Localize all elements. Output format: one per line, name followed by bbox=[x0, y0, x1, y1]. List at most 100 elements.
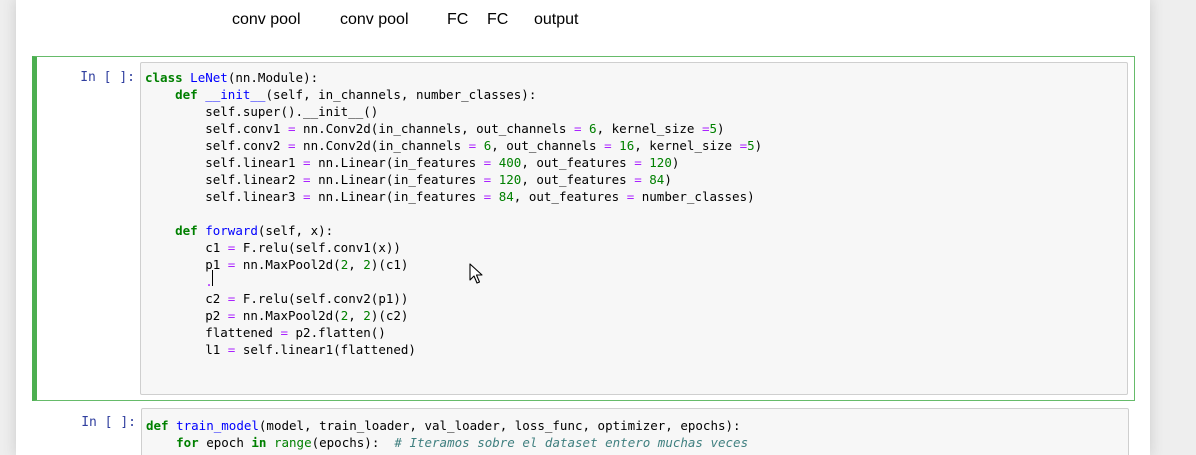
code-token: 120 bbox=[649, 155, 672, 170]
code-token: , bbox=[348, 308, 364, 323]
code-text: class LeNet(nn.Module): def __init__(sel… bbox=[145, 69, 762, 358]
code-token: , kernel_size bbox=[634, 138, 740, 153]
header-word: FC bbox=[447, 11, 469, 28]
code-token: 2 bbox=[363, 257, 371, 272]
code-token: ) bbox=[754, 138, 763, 153]
code-token: def bbox=[146, 418, 169, 433]
code-token: flattened bbox=[145, 325, 281, 340]
code-token: self.conv2 bbox=[145, 138, 288, 153]
code-line: self.linear3 = nn.Linear(in_features = 8… bbox=[145, 188, 762, 205]
code-token: 2 bbox=[363, 308, 371, 323]
code-token: LeNet bbox=[190, 70, 228, 85]
code-line: . bbox=[145, 273, 762, 290]
code-token: 6 bbox=[589, 121, 597, 136]
code-token: = bbox=[303, 172, 311, 187]
code-token: def bbox=[175, 87, 198, 102]
code-token: , bbox=[348, 257, 364, 272]
code-token: F.relu(self.conv2(p1)) bbox=[235, 291, 409, 306]
input-prompt: In [ ]: bbox=[81, 415, 136, 430]
code-token: nn.Linear(in_features bbox=[310, 172, 484, 187]
code-token: )(c2) bbox=[370, 308, 409, 323]
code-token: 120 bbox=[498, 172, 522, 187]
code-token: , out_features bbox=[521, 155, 635, 170]
code-token: self.linear1 bbox=[145, 155, 304, 170]
code-token: = bbox=[280, 325, 288, 340]
code-line: self.super().__init__() bbox=[145, 103, 762, 120]
code-token: nn.Conv2d(in_channels bbox=[295, 138, 469, 153]
code-token: (self, x): bbox=[257, 223, 334, 238]
code-token: ) bbox=[717, 121, 725, 136]
header-word: output bbox=[534, 11, 579, 28]
code-line: for epoch in range(epochs): # Iteramos s… bbox=[146, 434, 748, 451]
code-token: = bbox=[303, 155, 311, 170]
code-token: def bbox=[175, 223, 198, 238]
code-token: ) bbox=[664, 172, 672, 187]
header-word: conv pool bbox=[340, 11, 409, 28]
code-token: self.conv1 bbox=[145, 121, 288, 136]
code-token: self.linear3 bbox=[145, 189, 304, 204]
code-token: 400 bbox=[498, 155, 522, 170]
code-token: nn.MaxPool2d( bbox=[235, 308, 341, 323]
code-cell[interactable]: In [ ]: def train_model(model, train_loa… bbox=[32, 406, 1135, 455]
code-token: (model, train_loader, val_loader, loss_f… bbox=[258, 418, 741, 433]
code-token: = bbox=[303, 189, 311, 204]
code-token: , out_features bbox=[513, 189, 627, 204]
code-token: (epochs): bbox=[311, 435, 395, 450]
code-line: p1 = nn.MaxPool2d(2, 2)(c1) bbox=[145, 256, 762, 273]
code-token: class bbox=[145, 70, 183, 85]
code-token: )(c1) bbox=[370, 257, 409, 272]
code-token: = bbox=[604, 138, 612, 153]
code-token: train_model bbox=[176, 418, 259, 433]
code-editor[interactable]: class LeNet(nn.Module): def __init__(sel… bbox=[140, 62, 1128, 395]
code-token: l1 bbox=[145, 342, 228, 357]
code-token: = bbox=[288, 121, 296, 136]
code-line: self.conv1 = nn.Conv2d(in_channels, out_… bbox=[145, 120, 762, 137]
code-token: , out_features bbox=[521, 172, 635, 187]
code-token: 16 bbox=[619, 138, 635, 153]
code-token: (self, in_channels, number_classes): bbox=[265, 87, 537, 102]
code-cell-selected[interactable]: In [ ]: class LeNet(nn.Module): def __in… bbox=[32, 56, 1135, 401]
code-token: = bbox=[634, 172, 642, 187]
code-token: epoch bbox=[198, 435, 252, 450]
code-token: 5 bbox=[709, 121, 717, 136]
code-token: range bbox=[273, 435, 312, 450]
code-token: nn.Linear(in_features bbox=[310, 189, 484, 204]
code-token: nn.Linear(in_features bbox=[310, 155, 484, 170]
code-token: = bbox=[288, 138, 296, 153]
code-token: self.linear1(flattened) bbox=[235, 342, 416, 357]
code-token: p2.flatten() bbox=[288, 325, 386, 340]
code-token: self.super().__init__() bbox=[145, 104, 379, 119]
code-token: = bbox=[634, 155, 642, 170]
code-token: 84 bbox=[649, 172, 665, 187]
code-token: p2 bbox=[145, 308, 228, 323]
window-gutter bbox=[1150, 0, 1196, 455]
code-line: class LeNet(nn.Module): bbox=[145, 69, 762, 86]
code-line: def train_model(model, train_loader, val… bbox=[146, 417, 748, 434]
code-text: def train_model(model, train_loader, val… bbox=[146, 417, 748, 451]
code-line: def forward(self, x): bbox=[145, 222, 762, 239]
code-line: l1 = self.linear1(flattened) bbox=[145, 341, 762, 358]
code-line: p2 = nn.MaxPool2d(2, 2)(c2) bbox=[145, 307, 762, 324]
text-caret bbox=[212, 270, 213, 286]
code-line: c1 = F.relu(self.conv1(x)) bbox=[145, 239, 762, 256]
arrow-cursor-icon bbox=[469, 263, 483, 284]
code-editor[interactable]: def train_model(model, train_loader, val… bbox=[141, 408, 1129, 455]
code-line: self.linear2 = nn.Linear(in_features = 1… bbox=[145, 171, 762, 188]
code-token: 84 bbox=[498, 189, 514, 204]
code-token: self.linear2 bbox=[145, 172, 304, 187]
code-token: nn.MaxPool2d( bbox=[235, 257, 341, 272]
input-prompt: In [ ]: bbox=[80, 70, 135, 85]
code-token: = bbox=[739, 138, 748, 153]
code-token: ) bbox=[671, 155, 680, 170]
code-token: , kernel_size bbox=[596, 121, 702, 136]
code-token: number_classes) bbox=[634, 189, 755, 204]
code-line: flattened = p2.flatten() bbox=[145, 324, 762, 341]
code-line: self.linear1 = nn.Linear(in_features = 4… bbox=[145, 154, 762, 171]
